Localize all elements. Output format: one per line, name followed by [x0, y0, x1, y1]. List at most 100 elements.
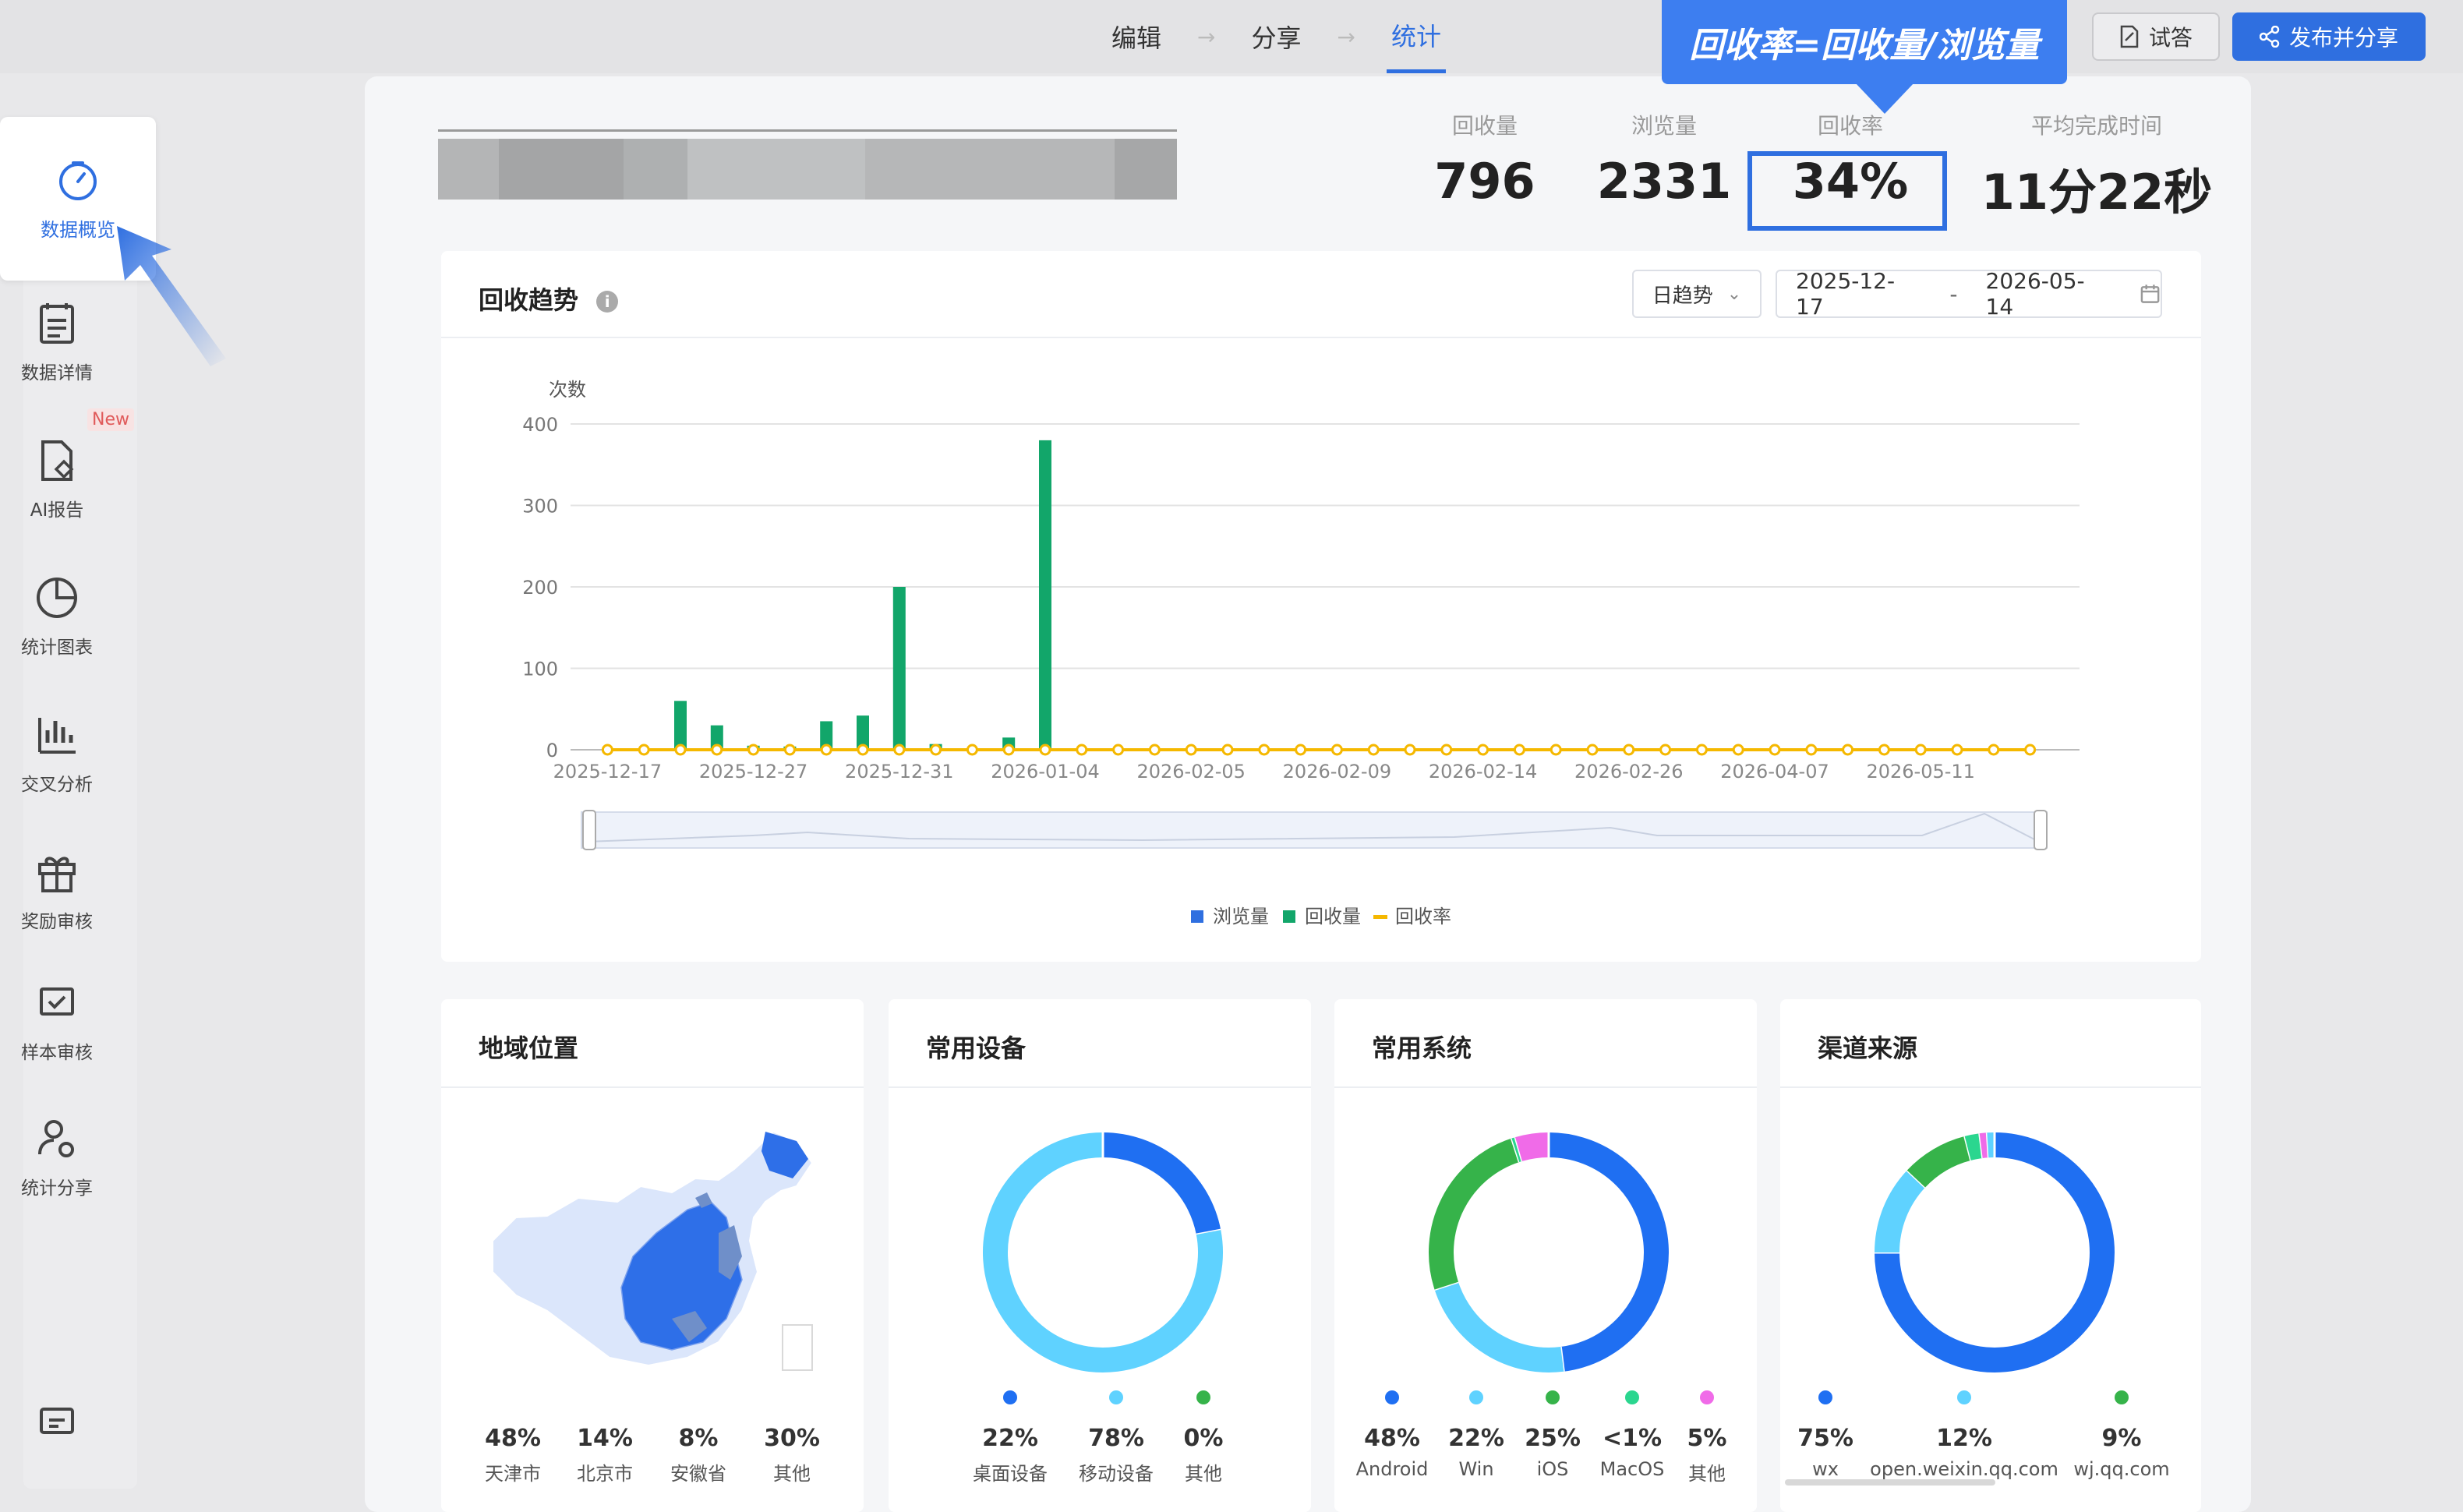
rate-point[interactable] [1404, 744, 1416, 756]
legend-name: 其他 [773, 1463, 811, 1485]
rate-point[interactable] [1185, 744, 1197, 756]
system-card: 常用系统 48% Android 22% Win 25% iOS <1% MacOS 5% 其他 [1334, 999, 1757, 1512]
collect-bar[interactable] [892, 587, 906, 750]
channel-card: 渠道来源 75% wx 12% open.weixin.qq.com 9% wj.qq.c… [1780, 999, 2201, 1512]
sidebar-item-details[interactable]: 数据详情 [0, 284, 114, 401]
step-edit[interactable]: 编辑 [1107, 0, 1166, 73]
rate-point[interactable] [1951, 744, 1963, 756]
rate-point[interactable] [1258, 744, 1270, 756]
legend-dot [1196, 1390, 1210, 1404]
rate-point[interactable] [1842, 744, 1854, 756]
rate-point[interactable] [1914, 744, 1927, 756]
legend-percent: 5% [1687, 1425, 1727, 1452]
collect-bar[interactable] [1039, 440, 1051, 750]
rate-point[interactable] [783, 744, 796, 756]
legend-item[interactable]: 30% 其他 [714, 1425, 870, 1486]
sidebar-item-charts[interactable]: 统计图表 [0, 558, 114, 675]
donut-slice[interactable] [1906, 1136, 1972, 1188]
info-icon[interactable]: i [596, 291, 619, 313]
donut-slice[interactable] [1964, 1133, 1983, 1160]
rate-point[interactable] [1440, 744, 1453, 756]
kpi-rate-highlight [1747, 151, 1947, 231]
rate-point[interactable] [1513, 744, 1525, 756]
zoom-handle-left[interactable] [582, 810, 596, 850]
rate-point[interactable] [2024, 744, 2037, 756]
rate-point[interactable] [711, 744, 723, 756]
donut-slice[interactable] [1515, 1132, 1550, 1161]
legend-percent: 0% [1183, 1425, 1224, 1452]
zoom-slider-track[interactable] [581, 811, 2048, 849]
rate-point[interactable] [1148, 744, 1161, 756]
check-board-icon [40, 987, 74, 1016]
step-stats[interactable]: 统计 [1386, 0, 1446, 73]
rate-point[interactable] [1112, 744, 1125, 756]
legend-name: 其他 [1185, 1463, 1222, 1485]
rate-point[interactable] [1367, 744, 1380, 756]
x-tick-label: 2026-01-04 [991, 761, 1099, 782]
rate-point[interactable] [1039, 744, 1051, 756]
collect-bar[interactable] [674, 701, 687, 750]
bar-chart-icon [38, 718, 76, 754]
donut-slice[interactable] [1102, 1132, 1221, 1235]
rate-point[interactable] [1623, 744, 1635, 756]
rate-point[interactable] [1002, 744, 1015, 756]
sidebar-item-label: 样本审核 [21, 1043, 93, 1063]
rate-point[interactable] [1586, 744, 1599, 756]
rate-point[interactable] [747, 744, 760, 756]
legend-label[interactable]: 回收率 [1395, 906, 1451, 927]
donut-slice[interactable] [1434, 1281, 1564, 1372]
sidebar-item-stats-share[interactable]: 统计分享 [0, 1099, 114, 1216]
rate-point[interactable] [1295, 744, 1307, 756]
legend-percent: 9% [2101, 1425, 2142, 1452]
zoom-handle-right[interactable] [2034, 810, 2048, 850]
rate-point[interactable] [820, 744, 832, 756]
donut-slice[interactable] [1875, 1170, 1926, 1253]
rate-point[interactable] [966, 744, 978, 756]
rate-point[interactable] [1550, 744, 1562, 756]
rate-point[interactable] [638, 744, 650, 756]
rate-point[interactable] [1878, 744, 1890, 756]
rate-point[interactable] [893, 744, 906, 756]
rate-point[interactable] [1221, 744, 1234, 756]
kpi-browse: 浏览量 2331 [1590, 109, 1738, 210]
rate-point[interactable] [1769, 744, 1781, 756]
sidebar-item-cross-analysis[interactable]: 交叉分析 [0, 695, 114, 812]
rate-point[interactable] [1076, 744, 1088, 756]
horizontal-scrollbar[interactable] [1785, 1479, 1995, 1486]
rate-point[interactable] [1330, 744, 1343, 756]
legend-item[interactable]: 0% 其他 [1125, 1390, 1281, 1486]
rate-point[interactable] [1477, 744, 1489, 756]
y-axis-title: 次数 [549, 379, 586, 401]
donut-slice[interactable] [1429, 1138, 1520, 1290]
rate-point[interactable] [1695, 744, 1708, 756]
dashboard-icon [59, 161, 97, 200]
date-end: 2026-05-14 [1985, 268, 2085, 320]
x-tick-label: 2026-02-14 [1429, 761, 1537, 782]
donut-slice[interactable] [1548, 1132, 1669, 1372]
publish-share-button[interactable]: 发布并分享 [2232, 12, 2426, 61]
try-answer-button[interactable]: 试答 [2092, 12, 2220, 61]
sidebar-item-reward-review[interactable]: 奖励审核 [0, 832, 114, 949]
step-share[interactable]: 分享 [1246, 0, 1306, 73]
user-share-icon [38, 1120, 74, 1157]
x-tick-label: 2025-12-31 [845, 761, 953, 782]
kpi-value: 796 [1434, 153, 1535, 210]
rate-point[interactable] [601, 744, 613, 756]
rate-point[interactable] [1988, 744, 2000, 756]
rate-point[interactable] [857, 744, 869, 756]
legend-percent: 30% [764, 1425, 820, 1452]
rate-point[interactable] [930, 744, 942, 756]
legend-label[interactable]: 浏览量 [1213, 906, 1269, 927]
legend-item[interactable]: 9% wj.qq.com [2044, 1390, 2200, 1480]
sidebar-item-sample-review[interactable]: 样本审核 [0, 963, 114, 1080]
legend-label[interactable]: 回收量 [1305, 906, 1361, 927]
rate-point[interactable] [1805, 744, 1818, 756]
sidebar-item-ai-report[interactable]: AI报告 [0, 421, 114, 538]
legend-item[interactable]: 12% open.weixin.qq.com [1870, 1390, 2058, 1480]
rate-point[interactable] [1732, 744, 1744, 756]
feedback-button[interactable] [0, 1384, 114, 1462]
rate-point[interactable] [674, 744, 687, 756]
trend-period-select[interactable]: 日趋势 ⌄ [1632, 270, 1762, 318]
rate-point[interactable] [1659, 744, 1672, 756]
date-range-picker[interactable]: 2025-12-17 - 2026-05-14 [1776, 268, 2162, 320]
